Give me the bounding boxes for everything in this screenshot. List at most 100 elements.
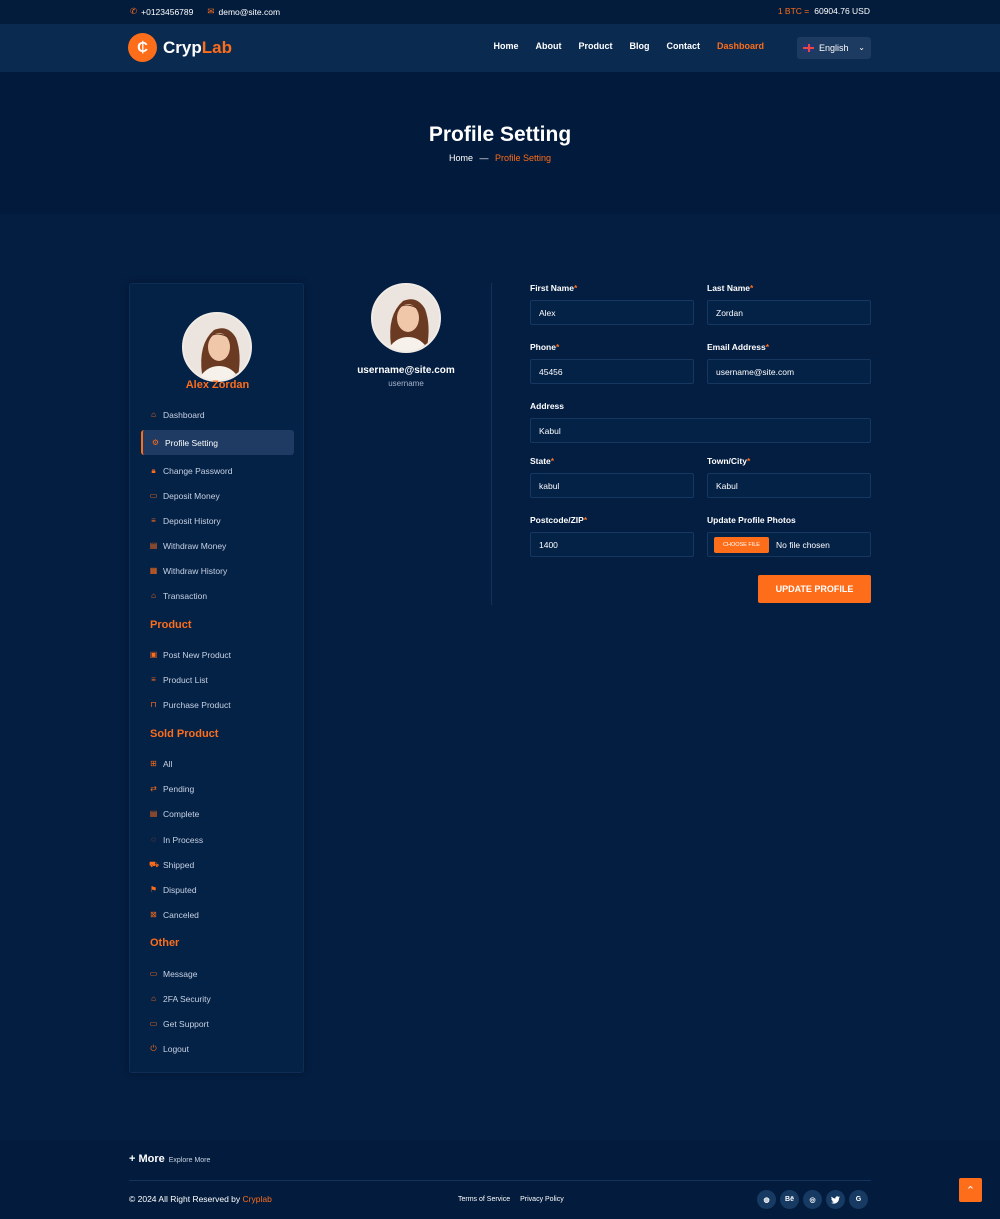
sidebar-item-get-support[interactable]: ▭ Get Support <box>141 1011 294 1036</box>
footer-links: Terms of Service Privacy Policy <box>458 1196 564 1203</box>
sidebar-item-withdraw-money[interactable]: ▤ Withdraw Money <box>141 533 294 558</box>
breadcrumb-separator: — <box>479 153 489 163</box>
required-mark: * <box>573 283 578 293</box>
chevron-up-icon: ⌃ <box>965 1184 976 1197</box>
logo-text: CrypLab <box>163 38 232 58</box>
more-title: + More <box>129 1153 165 1165</box>
nav-product[interactable]: Product <box>578 41 612 51</box>
post-icon: ▣ <box>149 650 158 659</box>
sidebar-item-withdraw-history[interactable]: ▦ Withdraw History <box>141 558 294 583</box>
address-field[interactable] <box>530 418 871 443</box>
sidebar-item-canceled[interactable]: ⊠ Canceled <box>141 902 294 927</box>
sidebar-item-logout[interactable]: ⏻ Logout <box>141 1036 294 1061</box>
sidebar-item-label: Dashboard <box>163 409 205 420</box>
sidebar-item-complete[interactable]: ▤ Complete <box>141 801 294 826</box>
label-text: First Name <box>530 283 574 293</box>
user-name: Alex Zordan <box>185 379 250 391</box>
page-title: Profile Setting <box>428 123 572 146</box>
last-name-field[interactable] <box>707 300 871 325</box>
sidebar-item-label: All <box>163 758 173 769</box>
sidebar-item-pending[interactable]: ⇄ Pending <box>141 776 294 801</box>
instagram-icon[interactable]: ◎ <box>803 1190 822 1209</box>
twitter-icon[interactable] <box>826 1190 845 1209</box>
nav-about[interactable]: About <box>535 41 561 51</box>
nav-blog[interactable]: Blog <box>629 41 649 51</box>
sidebar-item-label: Canceled <box>163 909 199 920</box>
behance-icon[interactable]: Bē <box>780 1190 799 1209</box>
dribbble-icon[interactable]: ◍ <box>757 1190 776 1209</box>
sidebar-item-purchase-product[interactable]: ⊓ Purchase Product <box>141 692 294 717</box>
phone-icon: ✆ <box>130 6 138 16</box>
sidebar-item-product-list[interactable]: ≡ Product List <box>141 667 294 692</box>
more-subtitle: Explore More <box>168 1157 211 1164</box>
required-mark: * <box>746 456 751 466</box>
gear-icon: ⚙ <box>151 438 160 447</box>
sidebar-item-label: Profile Setting <box>165 437 218 448</box>
phone-contact[interactable]: ✆ +0123456789 <box>130 6 193 17</box>
message-icon: ▭ <box>149 969 158 978</box>
sidebar-item-post-new-product[interactable]: ▣ Post New Product <box>141 642 294 667</box>
sidebar-item-dashboard[interactable]: ⌂ Dashboard <box>141 402 294 427</box>
site-header: ₵ CrypLab Home About Product Blog Contac… <box>0 24 1000 72</box>
phone-text: +0123456789 <box>141 6 194 17</box>
state-field[interactable] <box>530 473 694 498</box>
section-heading-product: Product <box>150 619 192 631</box>
sidebar-item-disputed[interactable]: ⚑ Disputed <box>141 877 294 902</box>
chevron-down-icon: ⌄ <box>858 43 865 52</box>
label-text: Town/City <box>707 456 747 466</box>
list-icon: ≡ <box>151 675 156 684</box>
required-mark: * <box>555 342 560 352</box>
breadcrumb-home[interactable]: Home <box>449 153 473 163</box>
choose-file-button[interactable]: CHOOSE FILE <box>714 536 769 553</box>
sidebar-item-2fa-security[interactable]: ⌂ 2FA Security <box>141 986 294 1011</box>
sidebar-item-shipped[interactable]: ⛟ Shipped <box>141 852 294 877</box>
sidebar-item-profile-setting[interactable]: ⚙ Profile Setting <box>141 430 294 455</box>
nav-contact[interactable]: Contact <box>666 41 700 51</box>
label-text: Last Name <box>707 283 750 293</box>
phone-field[interactable] <box>530 359 694 384</box>
sidebar-item-all[interactable]: ⊞ All <box>141 751 294 776</box>
copyright: © 2024 All Right Reserved by Cryplab <box>129 1194 272 1204</box>
email-label: Email Address* <box>707 342 769 352</box>
email-contact[interactable]: ✉ demo@site.com <box>207 6 280 17</box>
first-name-field[interactable] <box>530 300 694 325</box>
sidebar-item-message[interactable]: ▭ Message <box>141 961 294 986</box>
town-field[interactable] <box>707 473 871 498</box>
explore-more[interactable]: + More Explore More <box>129 1153 210 1165</box>
language-select[interactable]: English ⌄ <box>797 37 871 59</box>
btc-rate: 1 BTC = 60904.76 USD <box>778 6 870 16</box>
no-file-text: No file chosen <box>775 539 830 550</box>
sidebar-item-label: Post New Product <box>163 649 232 660</box>
sidebar-item-label: Logout <box>163 1043 189 1054</box>
sidebar-item-change-password[interactable]: 🔒︎ Change Password <box>141 458 294 483</box>
copyright-brand-link[interactable]: Cryplab <box>243 1194 272 1204</box>
google-icon[interactable]: G <box>849 1190 868 1209</box>
nav-home[interactable]: Home <box>493 41 518 51</box>
sidebar-item-transaction[interactable]: ⌂ Transaction <box>141 583 294 608</box>
bag-icon: ⊓ <box>150 700 157 709</box>
nav-dashboard[interactable]: Dashboard <box>717 41 764 51</box>
sidebar-item-label: Deposit Money <box>163 490 220 501</box>
terms-link[interactable]: Terms of Service <box>458 1196 510 1203</box>
email-field[interactable] <box>707 359 871 384</box>
photo-upload-label: Update Profile Photos <box>707 515 796 525</box>
social-links: ◍ Bē ◎ G <box>757 1190 868 1209</box>
sidebar-item-deposit-money[interactable]: ▭ Deposit Money <box>141 483 294 508</box>
photo-upload-field: CHOOSE FILE No file chosen <box>707 532 871 557</box>
lock-icon: 🔒︎ <box>151 465 156 475</box>
postcode-field[interactable] <box>530 532 694 557</box>
breadcrumb-current: Profile Setting <box>495 153 552 163</box>
logout-icon: ⏻ <box>150 1043 157 1053</box>
privacy-link[interactable]: Privacy Policy <box>520 1196 564 1203</box>
spinner-icon: ◌ <box>151 835 156 844</box>
sidebar-item-deposit-history[interactable]: ≡ Deposit History <box>141 508 294 533</box>
required-mark: * <box>583 515 588 525</box>
update-profile-button[interactable]: UPDATE PROFILE <box>758 575 871 603</box>
footer-divider <box>129 1180 871 1181</box>
sidebar-item-label: Message <box>163 968 198 979</box>
town-label: Town/City* <box>707 456 750 466</box>
scroll-to-top-button[interactable]: ⌃ <box>959 1178 982 1202</box>
card-icon: ▤ <box>149 541 158 550</box>
sidebar-item-in-process[interactable]: ◌ In Process <box>141 827 294 852</box>
logo[interactable]: ₵ CrypLab <box>128 33 232 62</box>
